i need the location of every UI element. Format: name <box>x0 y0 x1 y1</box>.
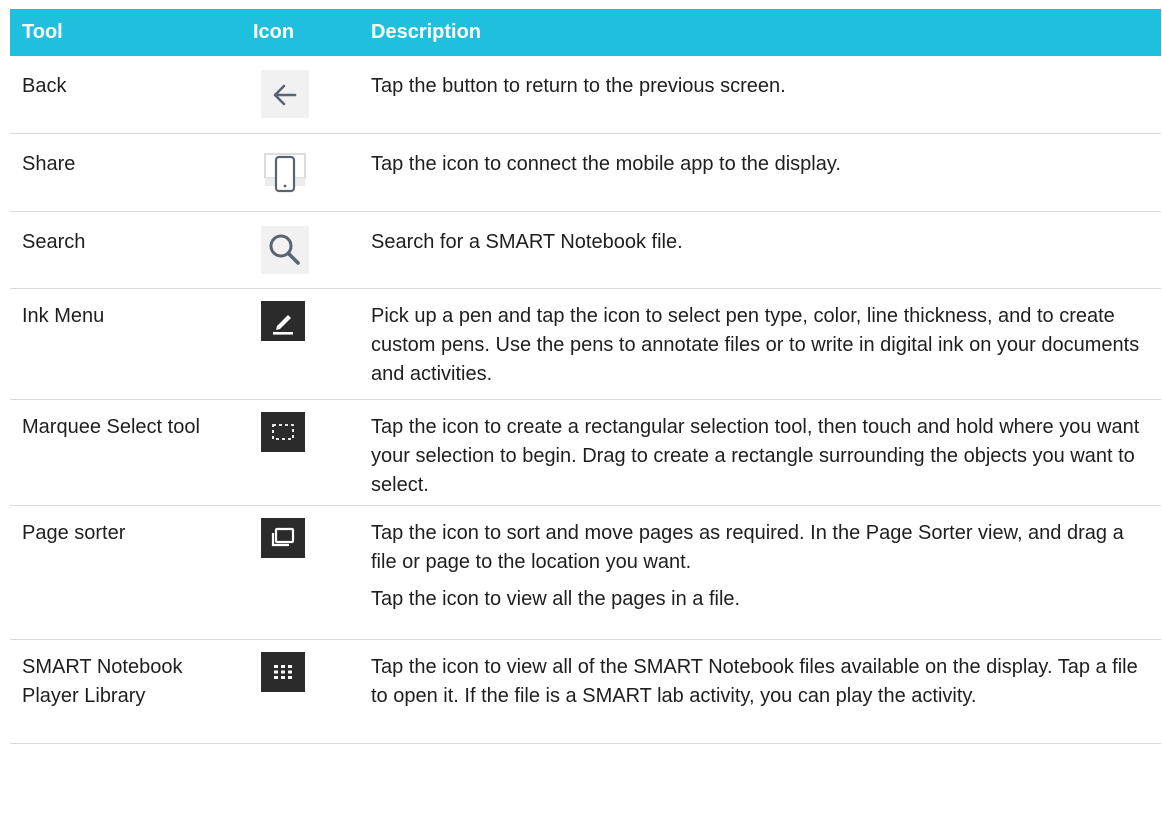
table-header-row: Tool Icon Description <box>10 9 1161 56</box>
table-row: Page sorter Tap the icon to sort and mov… <box>10 505 1161 639</box>
back-arrow-icon <box>261 70 309 118</box>
tool-description: Tap the icon to connect the mobile app t… <box>371 152 841 175</box>
tool-description: Tap the icon to create a rectangular sel… <box>371 415 1140 496</box>
tool-name: Marquee Select tool <box>22 415 200 438</box>
tool-name: Page sorter <box>22 521 126 544</box>
tool-name: Search <box>22 230 86 253</box>
search-icon <box>261 225 309 274</box>
tools-table: Tool Icon Description Back Tap the butto… <box>10 9 1161 744</box>
marquee-select-icon <box>261 411 305 452</box>
tool-description: Search for a SMART Notebook file. <box>371 230 683 253</box>
tool-name: SMART Notebook Player Library <box>22 655 183 707</box>
tool-description: Tap the icon to sort and move pages as r… <box>371 521 1124 573</box>
table-row: SMART Notebook Player Library Tap the ic… <box>10 639 1161 743</box>
tool-description: Tap the icon to view all of the SMART No… <box>371 655 1138 707</box>
table-row: Ink Menu Pick up a pen and tap the icon … <box>10 288 1161 399</box>
tool-name: Back <box>22 75 67 97</box>
header-description: Description <box>371 21 482 43</box>
share-to-display-icon <box>264 152 306 192</box>
page-sorter-icon <box>261 517 305 558</box>
table-row: Share Tap the icon to connect the mobile… <box>10 133 1161 211</box>
table-row: Marquee Select tool Tap the icon to crea… <box>10 399 1161 505</box>
pen-icon <box>261 300 305 341</box>
tool-name: Share <box>22 152 76 175</box>
library-grid-icon <box>261 651 305 692</box>
tool-description: Tap the button to return to the previous… <box>371 75 786 97</box>
header-icon: Icon <box>253 21 295 43</box>
table-row: Back Tap the button to return to the pre… <box>10 56 1161 133</box>
tool-description-extra: Tap the icon to view all the pages in a … <box>371 587 741 610</box>
header-tool: Tool <box>22 21 63 43</box>
tool-name: Ink Menu <box>22 304 105 327</box>
table-row: Search Search for a SMART Notebook file. <box>10 211 1161 288</box>
tool-description: Pick up a pen and tap the icon to select… <box>371 304 1140 385</box>
